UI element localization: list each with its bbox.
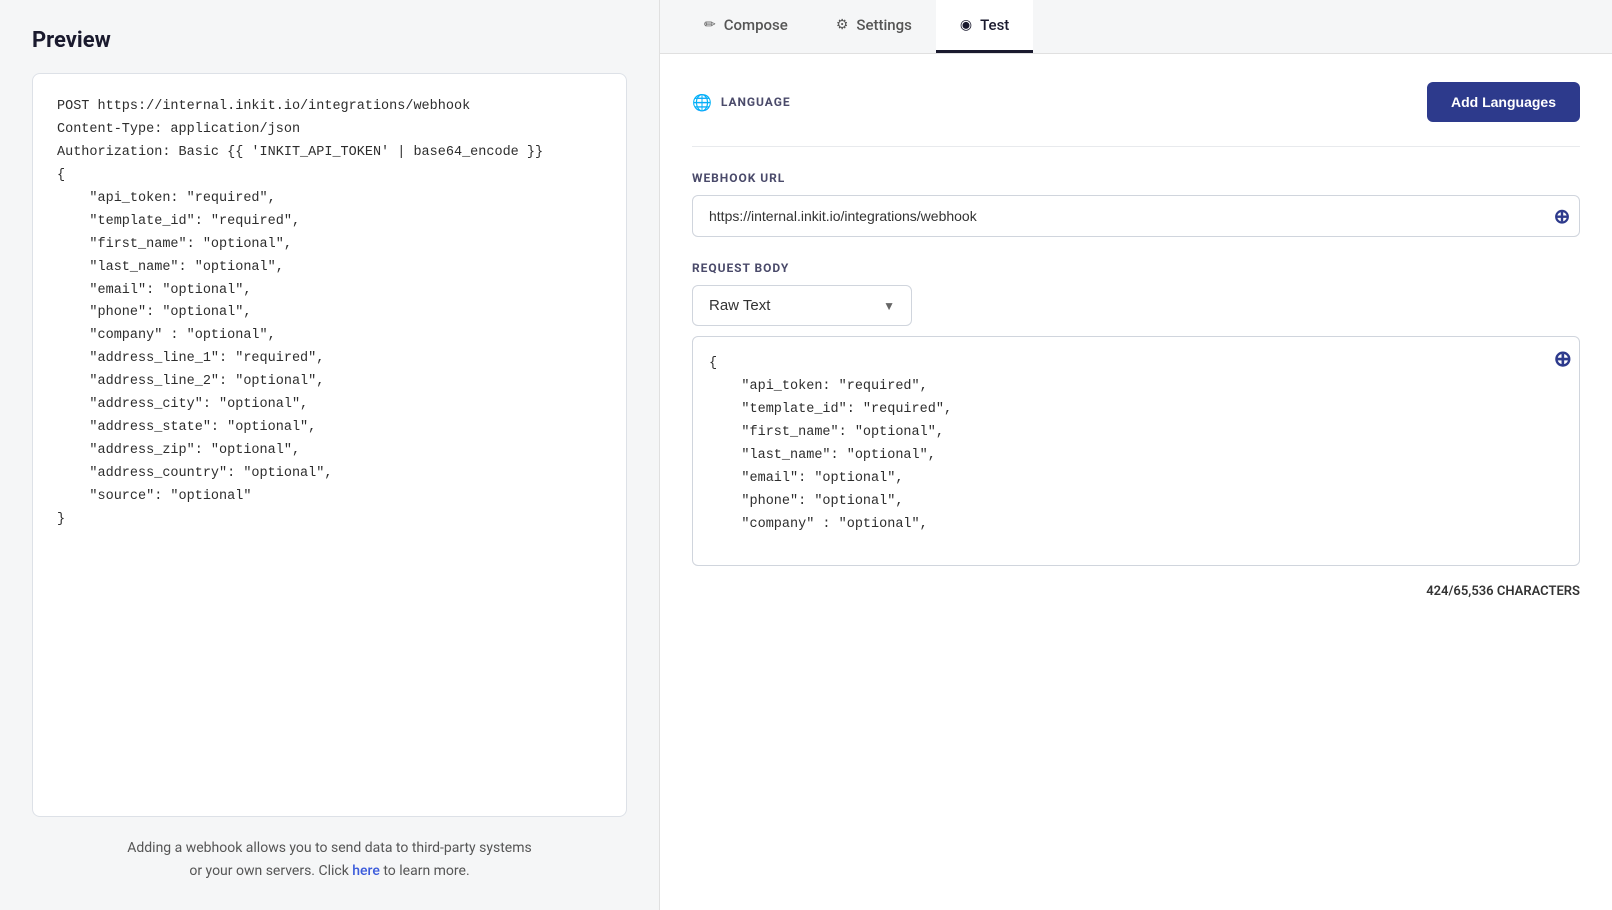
tab-bar: ✏ Compose ⚙ Settings ◉ Test [660, 0, 1612, 54]
divider-1 [692, 146, 1580, 147]
plus-circle-icon: ⊕ [1554, 204, 1571, 229]
right-panel: ✏ Compose ⚙ Settings ◉ Test 🌐 LANGUAGE A… [660, 0, 1612, 910]
request-body-textarea[interactable]: { "api_token: "required", "template_id":… [692, 336, 1580, 566]
code-preview: POST https://internal.inkit.io/integrati… [32, 73, 627, 817]
webhook-url-input[interactable] [692, 195, 1580, 237]
dropdown-selected-value: Raw Text [709, 297, 770, 314]
content-area: 🌐 LANGUAGE Add Languages WEBHOOK URL ⊕ R… [660, 54, 1612, 910]
tab-test[interactable]: ◉ Test [936, 0, 1033, 53]
test-icon: ◉ [960, 17, 972, 33]
request-body-label: REQUEST BODY [692, 261, 1580, 275]
request-body-dropdown[interactable]: Raw Text ▼ [692, 285, 912, 326]
compose-icon: ✏ [704, 17, 716, 33]
dropdown-wrapper: Raw Text ▼ [692, 285, 1580, 326]
preview-title: Preview [32, 28, 627, 53]
plus-circle-icon-textarea: ⊕ [1554, 346, 1572, 371]
info-text: Adding a webhook allows you to send data… [32, 837, 627, 882]
webhook-url-plus-button[interactable]: ⊕ [1544, 195, 1580, 237]
language-section: 🌐 LANGUAGE Add Languages [692, 82, 1580, 122]
webhook-url-label: WEBHOOK URL [692, 171, 1580, 185]
language-label: 🌐 LANGUAGE [692, 93, 791, 112]
globe-icon: 🌐 [692, 93, 713, 112]
character-count: 424/65,536 CHARACTERS [692, 584, 1580, 599]
request-body-section: REQUEST BODY Raw Text ▼ { "api_token: "r… [692, 261, 1580, 599]
chevron-down-icon: ▼ [883, 299, 895, 313]
textarea-plus-button[interactable]: ⊕ [1554, 346, 1572, 372]
textarea-wrapper: { "api_token: "required", "template_id":… [692, 336, 1580, 570]
webhook-url-section: WEBHOOK URL ⊕ [692, 171, 1580, 237]
settings-icon: ⚙ [836, 17, 849, 33]
webhook-url-wrapper: ⊕ [692, 195, 1580, 237]
learn-more-link[interactable]: here [352, 863, 380, 879]
tab-settings[interactable]: ⚙ Settings [812, 0, 936, 53]
add-languages-button[interactable]: Add Languages [1427, 82, 1580, 122]
tab-compose[interactable]: ✏ Compose [680, 0, 812, 53]
left-panel: Preview POST https://internal.inkit.io/i… [0, 0, 660, 910]
